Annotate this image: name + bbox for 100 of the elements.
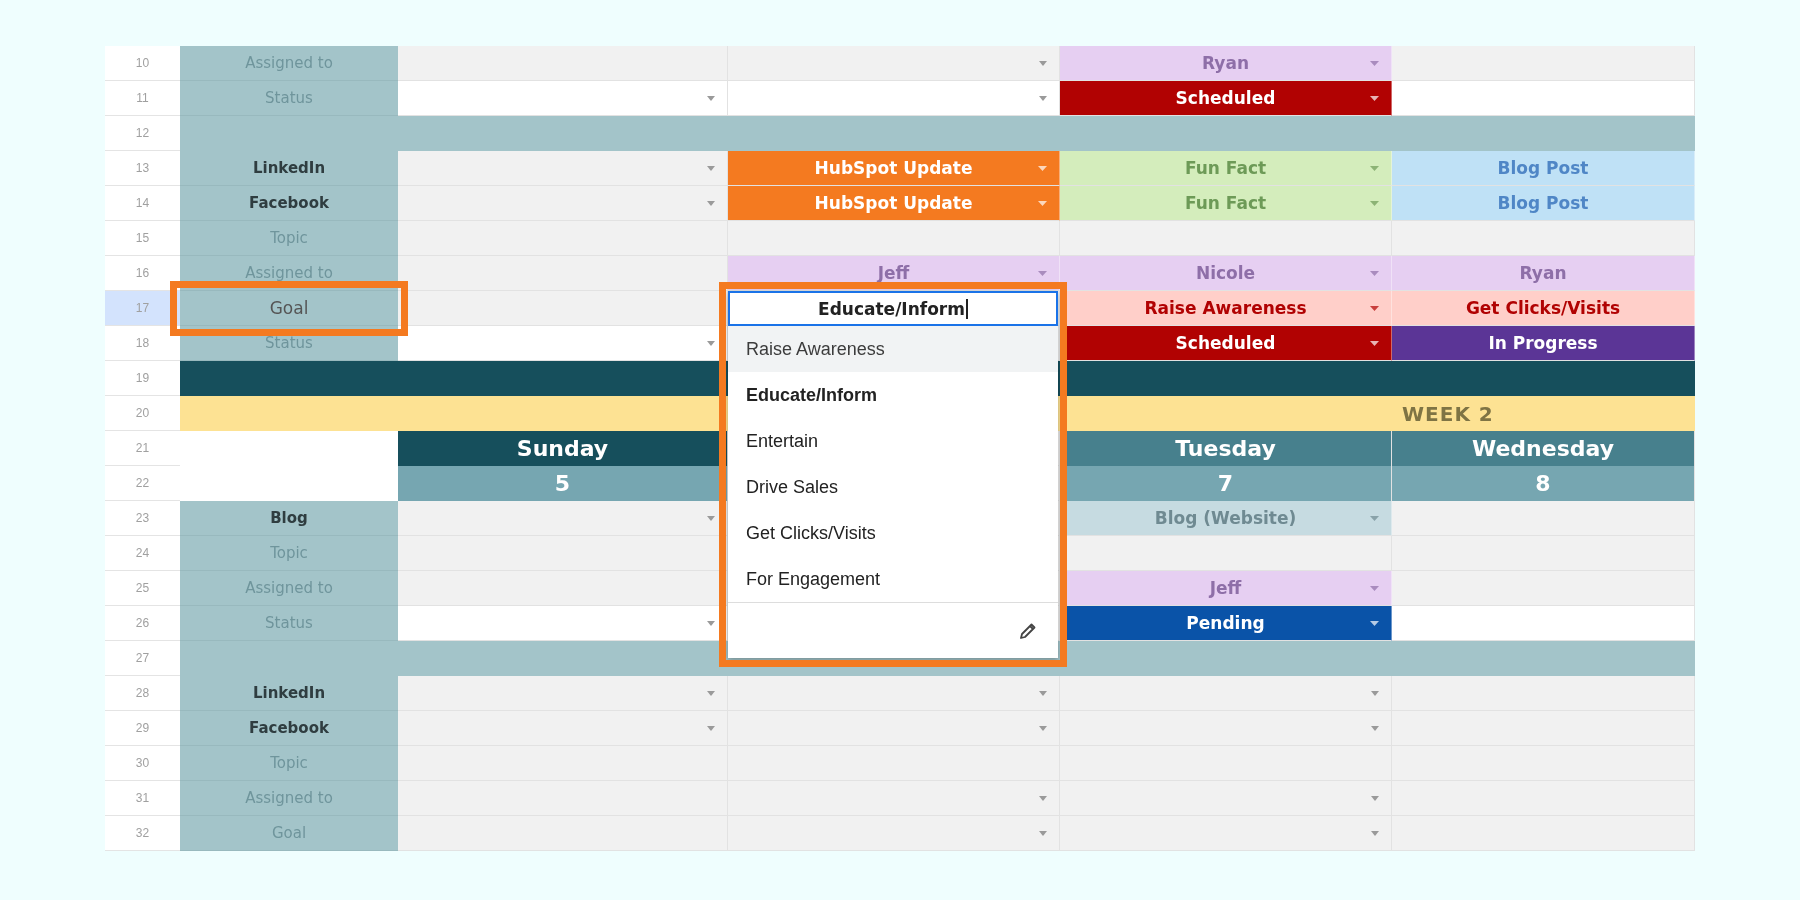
dropdown-chip[interactable]: Nicole	[1060, 256, 1392, 291]
sheet-cell[interactable]	[398, 606, 728, 641]
row-number[interactable]: 16	[105, 256, 180, 291]
sheet-cell[interactable]	[1060, 676, 1392, 711]
sheet-cell[interactable]	[398, 746, 728, 781]
menu-option[interactable]: Get Clicks/Visits	[728, 510, 1058, 556]
row-label: LinkedIn	[180, 676, 398, 711]
row-number[interactable]: 24	[105, 536, 180, 571]
sheet-cell[interactable]	[728, 676, 1060, 711]
caret-icon	[707, 166, 715, 171]
row-number[interactable]: 14	[105, 186, 180, 221]
dropdown-chip[interactable]: Blog Post	[1392, 151, 1695, 186]
row-number[interactable]: 15	[105, 221, 180, 256]
sheet-cell[interactable]	[728, 816, 1060, 851]
row-number[interactable]: 25	[105, 571, 180, 606]
caret-icon	[1038, 201, 1047, 206]
sheet-cell[interactable]	[1392, 606, 1695, 641]
row-number[interactable]: 19	[105, 361, 180, 396]
sheet-cell[interactable]	[1392, 536, 1695, 571]
sheet-cell[interactable]	[728, 81, 1060, 116]
sheet-cell[interactable]	[398, 221, 728, 256]
caret-icon	[1038, 166, 1047, 171]
dropdown-chip[interactable]: Fun Fact	[1060, 186, 1392, 221]
menu-option[interactable]: Drive Sales	[728, 464, 1058, 510]
menu-option[interactable]: Educate/Inform	[728, 372, 1058, 418]
sheet-cell[interactable]	[1392, 571, 1695, 606]
day-header: Sunday	[398, 431, 728, 466]
dropdown-chip[interactable]: Get Clicks/Visits	[1392, 291, 1695, 326]
caret-icon	[707, 201, 715, 206]
menu-option[interactable]: Raise Awareness	[728, 326, 1058, 372]
sheet-cell[interactable]	[398, 501, 728, 536]
sheet-cell[interactable]	[398, 781, 728, 816]
row-number[interactable]: 29	[105, 711, 180, 746]
row-number[interactable]: 28	[105, 676, 180, 711]
caret-icon	[1371, 796, 1379, 801]
dropdown-chip[interactable]: Ryan	[1060, 46, 1392, 81]
sheet-cell[interactable]	[1060, 221, 1392, 256]
sheet-cell[interactable]	[1392, 781, 1695, 816]
sheet-cell[interactable]	[1392, 746, 1695, 781]
row-number[interactable]: 21	[105, 431, 180, 466]
sheet-cell[interactable]	[398, 151, 728, 186]
sheet-cell[interactable]	[1392, 711, 1695, 746]
row-number[interactable]: 23	[105, 501, 180, 536]
dropdown-chip[interactable]: In Progress	[1392, 326, 1695, 361]
caret-icon	[707, 726, 715, 731]
row-number[interactable]: 32	[105, 816, 180, 851]
sheet-cell[interactable]	[398, 186, 728, 221]
caret-icon	[707, 516, 715, 521]
sheet-cell[interactable]	[728, 46, 1060, 81]
row-number[interactable]: 11	[105, 81, 180, 116]
sheet-cell[interactable]	[398, 571, 728, 606]
sheet-cell[interactable]	[1392, 501, 1695, 536]
dropdown-chip[interactable]: Jeff	[728, 256, 1060, 291]
sheet-cell[interactable]	[398, 46, 728, 81]
sheet-cell[interactable]	[1060, 711, 1392, 746]
sheet-cell[interactable]	[728, 221, 1060, 256]
row-number[interactable]: 20	[105, 396, 180, 431]
sheet-cell[interactable]	[398, 326, 728, 361]
row-number[interactable]: 13	[105, 151, 180, 186]
sheet-cell[interactable]	[398, 256, 728, 291]
sheet-cell[interactable]	[1060, 816, 1392, 851]
sheet-cell[interactable]	[728, 711, 1060, 746]
row-number[interactable]: 30	[105, 746, 180, 781]
caret-icon	[1039, 726, 1047, 731]
menu-option[interactable]: Entertain	[728, 418, 1058, 464]
caret-icon	[707, 96, 715, 101]
row-number[interactable]: 18	[105, 326, 180, 361]
day-header: 5	[398, 466, 728, 501]
sheet-cell[interactable]	[398, 816, 728, 851]
caret-icon	[1370, 96, 1379, 101]
row-number[interactable]: 26	[105, 606, 180, 641]
caret-icon	[1039, 61, 1047, 66]
caret-icon	[1370, 61, 1379, 66]
sheet-cell[interactable]	[398, 536, 728, 571]
caret-icon	[1370, 201, 1379, 206]
row-number[interactable]: 12	[105, 116, 180, 151]
row-number[interactable]: 27	[105, 641, 180, 676]
caret-icon	[1370, 166, 1379, 171]
dropdown-chip[interactable]: Scheduled	[1060, 81, 1392, 116]
dropdown-chip[interactable]: HubSpot Update	[728, 151, 1060, 186]
dropdown-chip[interactable]: Blog Post	[1392, 186, 1695, 221]
sheet-cell[interactable]	[728, 781, 1060, 816]
sheet-cell[interactable]	[1060, 781, 1392, 816]
sheet-cell[interactable]	[398, 81, 728, 116]
menu-option[interactable]: For Engagement	[728, 556, 1058, 602]
sheet-cell[interactable]	[398, 711, 728, 746]
row-number[interactable]: 22	[105, 466, 180, 501]
sheet-cell[interactable]	[1392, 81, 1695, 116]
row-number[interactable]: 17	[105, 291, 180, 326]
dropdown-chip[interactable]: Ryan	[1392, 256, 1695, 291]
sheet-cell[interactable]	[1392, 676, 1695, 711]
sheet-cell[interactable]	[398, 676, 728, 711]
dropdown-chip[interactable]: Fun Fact	[1060, 151, 1392, 186]
sheet-cell[interactable]	[1392, 221, 1695, 256]
sheet-cell[interactable]	[398, 291, 728, 326]
row-number[interactable]: 31	[105, 781, 180, 816]
sheet-cell[interactable]	[1392, 816, 1695, 851]
dropdown-chip[interactable]: HubSpot Update	[728, 186, 1060, 221]
row-number[interactable]: 10	[105, 46, 180, 81]
sheet-cell[interactable]	[1392, 46, 1695, 81]
